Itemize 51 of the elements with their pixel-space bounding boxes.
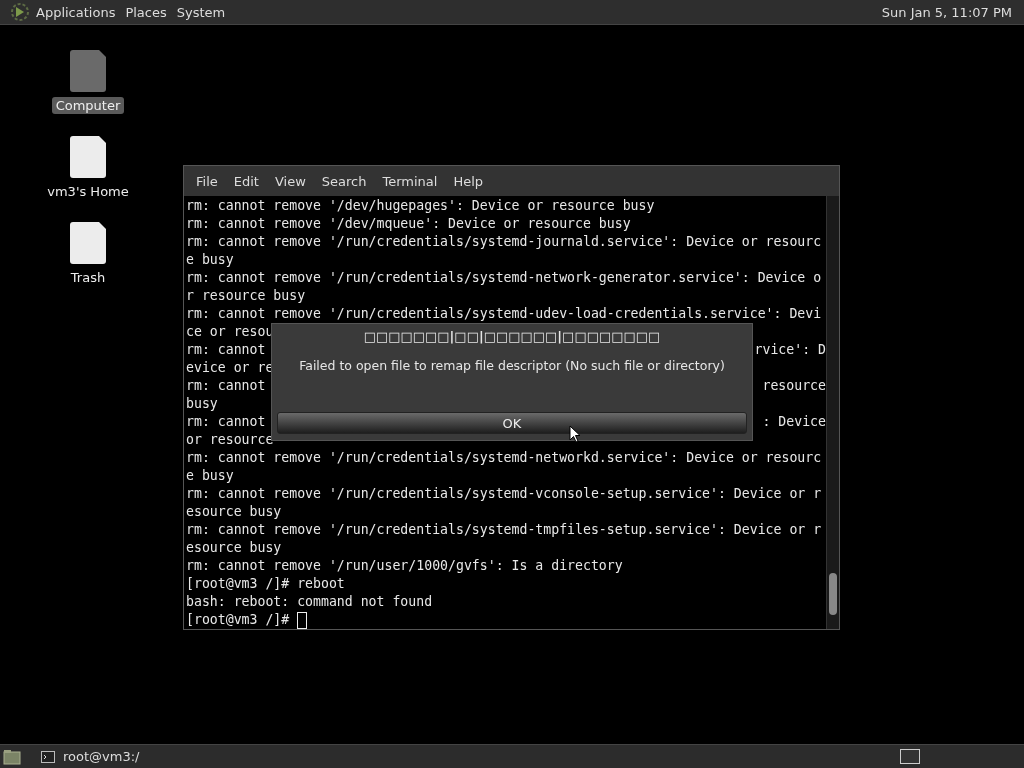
terminal-line: rm: cannot — [186, 341, 266, 359]
icon-label[interactable]: vm3's Home — [43, 183, 133, 200]
taskbar-button[interactable]: root@vm3:/ — [37, 745, 211, 768]
dialog-title: □□□□□□□|□□|□□□□□□|□□□□□□□□ — [363, 329, 661, 344]
menu-item[interactable]: View — [266, 173, 314, 189]
terminal-line: [root@vm3 /]# reboot — [186, 575, 345, 593]
terminal-line: e busy — [186, 467, 234, 485]
terminal-line: rm: cannot remove '/run/credentials/systemd-vconsole-setup.service': Device or r — [186, 485, 822, 503]
menu-item[interactable]: Terminal — [374, 173, 446, 189]
workspace-switcher[interactable] — [900, 749, 920, 764]
icon-label[interactable]: Computer — [51, 97, 125, 114]
dialog-message: Failed to open file to remap file descriptor (No such file or directory) — [299, 358, 725, 373]
panel-menu[interactable]: Applications — [34, 4, 124, 20]
terminal-line: r resource busy — [186, 287, 306, 305]
terminal-line: rm: cannot remove '/run/credentials/systemd-networkd.service': Device or resourc — [186, 449, 822, 467]
terminal-line: rm: cannot remove '/run/user/1000/gvfs': Is a directory — [186, 557, 623, 575]
desktop-icon[interactable] — [3, 748, 21, 765]
terminal-line: : Device — [762, 413, 826, 431]
menu-item[interactable]: Help — [445, 173, 492, 189]
ok-button[interactable]: OK — [277, 412, 747, 434]
document-icon[interactable] — [70, 222, 106, 264]
terminal-line: e busy — [186, 251, 234, 269]
menu-item[interactable]: Search — [313, 173, 375, 189]
terminal-line: rm: cannot remove '/dev/mqueue': Device or resource busy — [186, 215, 631, 233]
terminal-line: rm: cannot — [186, 413, 266, 431]
terminal-line: rm: cannot remove '/dev/hugepages': Device or resource busy — [186, 197, 655, 215]
terminal-line: esource busy — [186, 539, 282, 557]
pointer-icon — [569, 425, 581, 443]
scrollbar[interactable] — [826, 196, 839, 629]
menu-item[interactable]: File — [188, 173, 226, 189]
terminal-line: or resource — [186, 431, 274, 449]
terminal-line: rm: cannot — [186, 377, 266, 395]
menu-item[interactable]: Edit — [225, 173, 267, 189]
terminal-line: [root@vm3 /]# — [186, 611, 291, 629]
terminal-line: resource — [762, 377, 826, 395]
terminal-line: rm: cannot remove '/run/credentials/systemd-network-generator.service': Device o — [186, 269, 822, 287]
scrollbar-thumb[interactable] — [829, 573, 837, 615]
document-icon[interactable] — [70, 136, 106, 178]
terminal-line: bash: reboot: command not found — [186, 593, 433, 611]
terminal-line: rm: cannot remove '/run/credentials/systemd-udev-load-credentials.service': Devi — [186, 305, 822, 323]
clock[interactable]: Sun Jan 5, 11:07 PM — [881, 4, 1012, 20]
terminal-line: busy — [186, 395, 218, 413]
terminal-line: rm: cannot remove '/run/credentials/systemd-tmpfiles-setup.service': Device or r — [186, 521, 822, 539]
terminal-icon — [41, 750, 55, 763]
terminal-line: rvice': D — [754, 341, 826, 359]
panel-menu[interactable]: System — [174, 4, 234, 20]
terminal-line: esource busy — [186, 503, 282, 521]
logo-icon[interactable] — [10, 2, 30, 22]
terminal-line: rm: cannot remove '/run/credentials/systemd-journald.service': Device or resourc — [186, 233, 822, 251]
icon-label[interactable]: Trash — [66, 269, 110, 286]
panel-menu[interactable]: Places — [123, 4, 175, 20]
